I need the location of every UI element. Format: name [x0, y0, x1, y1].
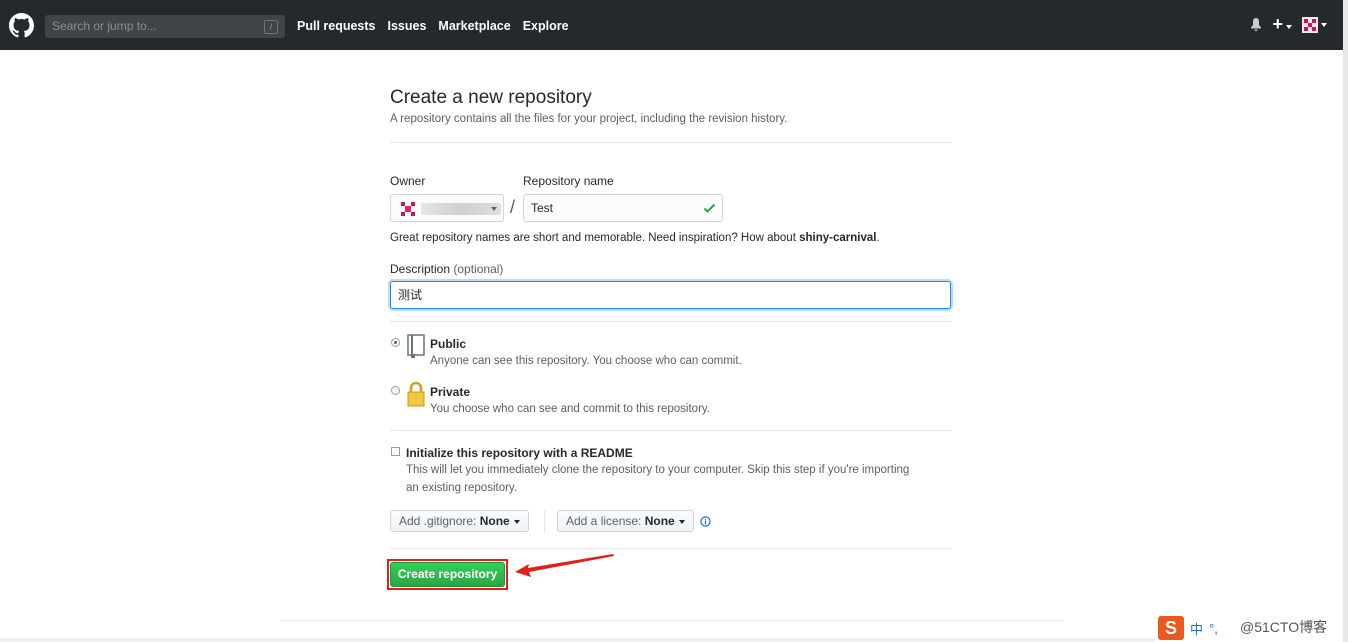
gitignore-label: Add .gitignore: [399, 514, 477, 528]
name-suggestion-link[interactable]: shiny-carnival [799, 232, 876, 244]
owner-label: Owner [390, 174, 426, 188]
divider [390, 142, 951, 143]
footer-divider [280, 620, 1063, 621]
divider [390, 321, 951, 322]
repo-name-value: Test [531, 201, 554, 215]
description-value: 测试 [398, 288, 423, 302]
top-navbar: Search or jump to... / Pull requests Iss… [0, 0, 1343, 50]
gitignore-value: None [479, 514, 510, 528]
sogou-ime-icon[interactable]: S [1158, 616, 1184, 640]
optional-tag: (optional) [453, 262, 504, 276]
nav-explore[interactable]: Explore [523, 19, 569, 33]
divider [390, 548, 951, 549]
create-repository-button[interactable]: Create repository [390, 562, 505, 587]
divider [390, 430, 951, 431]
license-select[interactable]: Add a license: None [557, 510, 694, 532]
readme-description-line1: This will let you immediately clone the … [406, 464, 910, 476]
description-label: Description (optional) [390, 262, 503, 276]
annotation-arrow-icon [515, 554, 614, 577]
chevron-down-icon [1286, 24, 1292, 29]
owner-avatar [401, 202, 415, 216]
check-icon [703, 203, 716, 213]
info-icon[interactable] [700, 516, 711, 527]
private-title: Private [430, 385, 471, 399]
visibility-private-radio[interactable] [391, 386, 400, 395]
chevron-down-icon [513, 519, 520, 524]
owner-name-redacted [421, 203, 501, 215]
nav-pull-requests[interactable]: Pull requests [297, 19, 376, 33]
main-nav: Pull requests Issues Marketplace Explore [297, 19, 569, 33]
ime-language-toggle[interactable]: 中 [1190, 619, 1203, 638]
window-scrollbar[interactable] [1343, 0, 1348, 642]
chevron-down-icon [678, 519, 685, 524]
chevron-down-icon [1321, 22, 1327, 27]
description-input[interactable]: 测试 [390, 281, 951, 309]
nav-marketplace[interactable]: Marketplace [438, 19, 510, 33]
user-menu-button[interactable] [1302, 16, 1327, 33]
init-readme-checkbox[interactable] [391, 447, 400, 456]
window-bottom-edge [0, 638, 1343, 642]
divider [544, 510, 545, 532]
repo-name-label: Repository name [523, 174, 614, 188]
hint-suffix: . [876, 232, 880, 244]
github-logo-icon[interactable] [9, 13, 34, 38]
repo-name-hint: Great repository names are short and mem… [390, 232, 880, 244]
bell-icon[interactable] [1250, 17, 1262, 32]
visibility-public-radio[interactable] [391, 338, 400, 347]
private-description: You choose who can see and commit to thi… [430, 403, 710, 415]
avatar [1302, 16, 1318, 33]
search-shortcut-key: / [264, 20, 278, 34]
page-title: Create a new repository [390, 87, 592, 108]
repo-book-icon [407, 334, 425, 358]
owner-repo-separator: / [510, 197, 516, 217]
license-value: None [644, 514, 675, 528]
license-label: Add a license: [566, 514, 642, 528]
nav-issues[interactable]: Issues [388, 19, 427, 33]
lock-icon [407, 381, 425, 407]
page-subtitle: A repository contains all the files for … [390, 113, 788, 125]
public-title: Public [430, 337, 467, 351]
chevron-down-icon [491, 207, 497, 211]
gitignore-select[interactable]: Add .gitignore: None [390, 510, 529, 532]
description-label-text: Description [390, 262, 451, 276]
search-placeholder: Search or jump to... [52, 19, 157, 33]
public-description: Anyone can see this repository. You choo… [430, 355, 742, 367]
owner-select[interactable] [390, 194, 504, 222]
ime-punctuation-toggle[interactable]: °, [1209, 621, 1218, 636]
watermark: @51CTO博客 [1240, 619, 1328, 635]
repo-name-input[interactable]: Test [523, 194, 723, 222]
header-actions: + [1250, 14, 1327, 34]
new-menu-button[interactable]: + [1272, 14, 1292, 34]
readme-description-line2: an existing repository. [406, 482, 518, 494]
search-input[interactable]: Search or jump to... / [45, 15, 285, 38]
hint-text: Great repository names are short and mem… [390, 232, 800, 244]
plus-icon: + [1272, 14, 1283, 34]
readme-title: Initialize this repository with a README [406, 446, 633, 460]
